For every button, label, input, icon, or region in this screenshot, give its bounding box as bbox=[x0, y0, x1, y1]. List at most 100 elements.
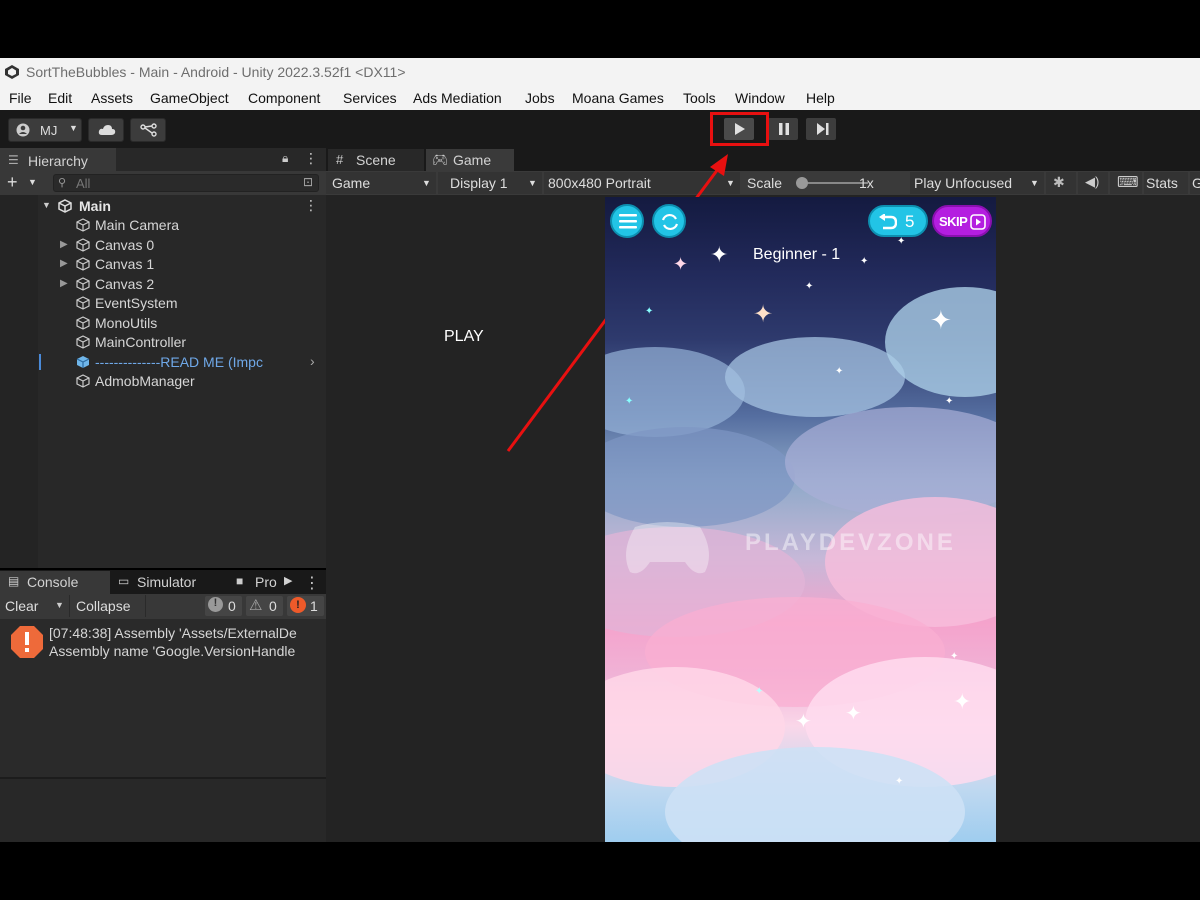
version-control-button[interactable] bbox=[130, 118, 166, 142]
hierarchy-search-input[interactable]: ⚲ All ⊡ bbox=[53, 174, 319, 192]
menu-bar: File Edit Assets GameObject Component Se… bbox=[0, 86, 1200, 110]
chevron-right-icon[interactable]: ▶ bbox=[60, 239, 68, 250]
menu-component[interactable]: Component bbox=[248, 90, 320, 106]
sparkle: ✦ bbox=[860, 256, 869, 267]
hierarchy-item[interactable]: ▶ Canvas 0 bbox=[0, 235, 326, 255]
error-filter-toggle[interactable]: ! 1 bbox=[287, 596, 324, 616]
play-focus-label: Play Unfocused bbox=[914, 175, 1013, 191]
account-icon bbox=[16, 123, 30, 137]
console-tab-label: Console bbox=[27, 574, 79, 590]
kebab-menu-icon[interactable]: ⋮ bbox=[304, 573, 320, 593]
menu-moana-games[interactable]: Moana Games bbox=[572, 90, 664, 106]
sparkle: ✦ bbox=[953, 689, 972, 714]
search-filter-icon[interactable]: ⊡ bbox=[303, 175, 313, 189]
menu-services[interactable]: Services bbox=[343, 90, 397, 106]
hierarchy-item[interactable]: ▶ Canvas 1 bbox=[0, 254, 326, 274]
tab-console[interactable]: ▤ Console bbox=[0, 571, 110, 594]
letterbox-bottom bbox=[0, 842, 1200, 900]
step-button[interactable] bbox=[806, 118, 836, 140]
menu-ads-mediation[interactable]: Ads Mediation bbox=[413, 90, 502, 106]
menu-window[interactable]: Window bbox=[735, 90, 785, 106]
prefab-icon bbox=[76, 356, 90, 368]
error-count: 1 bbox=[310, 598, 318, 614]
info-icon: ! bbox=[208, 597, 223, 612]
chevron-down-icon[interactable]: ▼ bbox=[28, 177, 37, 187]
tab-project[interactable]: ■ Pro ▶ bbox=[228, 571, 298, 594]
hierarchy-item[interactable]: MainController bbox=[0, 332, 326, 352]
stats-label: Stats bbox=[1146, 175, 1178, 191]
chevron-down-icon[interactable]: ▼ bbox=[42, 200, 51, 210]
menu-help[interactable]: Help bbox=[806, 90, 835, 106]
bug-button[interactable]: ✱ bbox=[1046, 172, 1076, 194]
gamepad-icon: 🎮︎ bbox=[432, 152, 449, 167]
gizmos-button[interactable]: G bbox=[1190, 172, 1200, 194]
game-screen[interactable]: ✦ ✦ ✦ ✦ ✦ ✦ ✦ ✦ ✦ ✦ ✦ ✦ ✦ ✦ ✦ ✦ ✦ PLAYDE… bbox=[605, 197, 996, 842]
kebab-menu-icon[interactable]: ⋮ bbox=[304, 150, 318, 167]
menu-jobs[interactable]: Jobs bbox=[525, 90, 555, 106]
collapse-toggle[interactable]: Collapse bbox=[71, 595, 146, 617]
lock-icon[interactable]: 🔒︎ bbox=[282, 151, 288, 166]
shortcuts-button[interactable]: ⌨ bbox=[1110, 172, 1142, 194]
skip-button[interactable]: SKIP bbox=[932, 205, 992, 237]
keyboard-icon: ⌨ bbox=[1117, 174, 1139, 191]
scale-value: 1x bbox=[859, 175, 874, 191]
cloud bbox=[605, 347, 745, 437]
hierarchy-item[interactable]: AdmobManager bbox=[0, 371, 326, 391]
play-focus-select[interactable]: Play Unfocused ▼ bbox=[910, 172, 1044, 194]
tab-simulator[interactable]: ▭ Simulator bbox=[110, 571, 226, 594]
sparkle: ✦ bbox=[945, 396, 954, 407]
window-title-bar: SortTheBubbles - Main - Android - Unity … bbox=[0, 58, 1200, 86]
unity-scene-icon bbox=[58, 199, 72, 213]
scale-thumb[interactable] bbox=[796, 177, 808, 189]
menu-button[interactable] bbox=[610, 204, 644, 238]
undo-button[interactable]: 5 bbox=[868, 205, 928, 237]
cloud-button[interactable] bbox=[88, 118, 124, 142]
clear-button[interactable]: Clear ▼ bbox=[0, 595, 70, 617]
sparkle: ✦ bbox=[897, 236, 906, 247]
level-title: Beginner - 1 bbox=[753, 246, 841, 263]
kebab-menu-icon[interactable]: ⋮ bbox=[304, 197, 318, 214]
chevron-right-icon[interactable]: › bbox=[310, 353, 315, 369]
chevron-right-icon[interactable]: ▶ bbox=[60, 278, 68, 289]
game-mode-label: Game bbox=[332, 175, 371, 191]
chevron-right-icon[interactable]: ▶ bbox=[284, 574, 292, 587]
account-dropdown[interactable]: MJ ▼ bbox=[8, 118, 82, 142]
scale-slider[interactable]: Scale 1x bbox=[742, 172, 908, 194]
hierarchy-item[interactable]: Main Camera bbox=[0, 215, 326, 235]
hierarchy-item[interactable]: MonoUtils bbox=[0, 313, 326, 333]
scale-label: Scale bbox=[747, 175, 783, 191]
gameobject-icon bbox=[76, 277, 90, 291]
menu-gameobject[interactable]: GameObject bbox=[150, 90, 229, 106]
tab-hierarchy[interactable]: ☰ Hierarchy bbox=[0, 148, 116, 171]
sparkle: ✦ bbox=[673, 254, 689, 274]
menu-tools[interactable]: Tools bbox=[683, 90, 716, 106]
grid-icon: # bbox=[336, 152, 344, 167]
gameobject-icon bbox=[76, 296, 90, 310]
tab-scene[interactable]: # Scene bbox=[328, 149, 424, 171]
scene-root[interactable]: ▼ Main ⋮ bbox=[0, 196, 326, 216]
game-mode-select[interactable]: Game ▼ bbox=[326, 172, 436, 194]
pause-button[interactable] bbox=[768, 118, 798, 140]
hierarchy-item-readme[interactable]: --------------READ ME (Impc › bbox=[0, 352, 326, 372]
add-icon[interactable]: + bbox=[7, 172, 18, 193]
warning-filter-toggle[interactable]: ⚠ 0 bbox=[246, 596, 283, 616]
cloud bbox=[605, 427, 795, 527]
restart-button[interactable] bbox=[652, 204, 686, 238]
menu-edit[interactable]: Edit bbox=[48, 90, 72, 106]
window-title: SortTheBubbles - Main - Android - Unity … bbox=[26, 64, 406, 80]
hierarchy-item[interactable]: ▶ Canvas 2 bbox=[0, 274, 326, 294]
hierarchy-item-label: MainController bbox=[95, 334, 187, 350]
console-log-list: [07:48:38] Assembly 'Assets/ExternalDe A… bbox=[0, 619, 326, 779]
stats-button[interactable]: Stats bbox=[1144, 172, 1188, 194]
info-filter-toggle[interactable]: ! 0 bbox=[205, 596, 242, 616]
console-log-entry[interactable]: [07:48:38] Assembly 'Assets/ExternalDe A… bbox=[0, 619, 326, 663]
account-label: MJ bbox=[40, 123, 58, 138]
hierarchy-item[interactable]: EventSystem bbox=[0, 293, 326, 313]
menu-file[interactable]: File bbox=[9, 90, 32, 106]
scene-tab-label: Scene bbox=[356, 152, 396, 168]
sparkle: ✦ bbox=[625, 396, 634, 407]
menu-assets[interactable]: Assets bbox=[91, 90, 133, 106]
list-icon: ☰ bbox=[8, 153, 19, 167]
mute-button[interactable]: ◀︎) bbox=[1078, 172, 1108, 194]
chevron-right-icon[interactable]: ▶ bbox=[60, 258, 68, 269]
